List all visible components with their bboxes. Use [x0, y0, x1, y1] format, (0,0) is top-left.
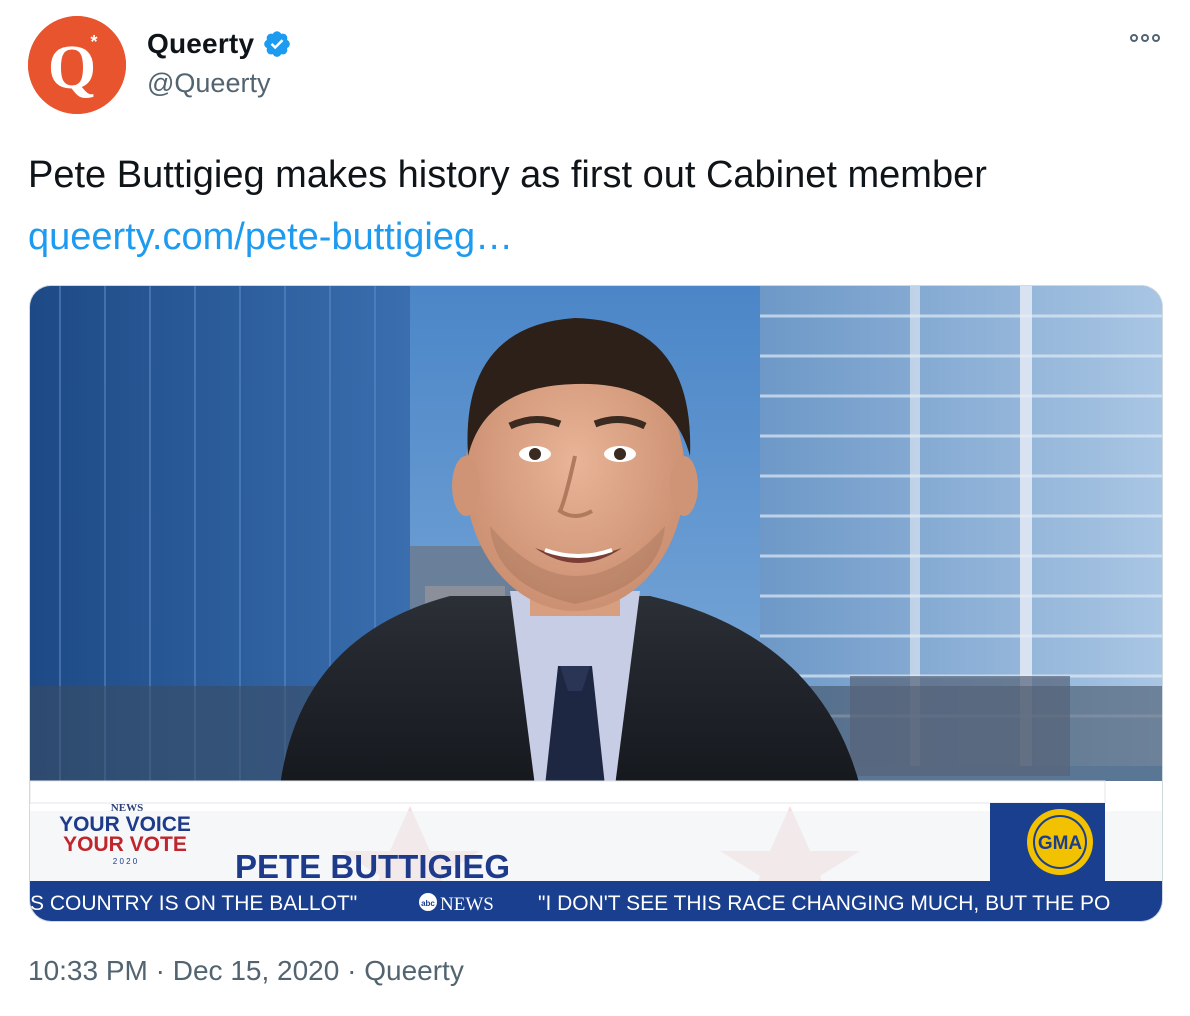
gma-badge: GMA	[1027, 809, 1093, 875]
svg-text:YOUR VOTE: YOUR VOTE	[63, 833, 187, 856]
news-broadcast-image: NEWS YOUR VOICE YOUR VOTE 2 0 2 0 PETE B…	[30, 286, 1162, 921]
ticker-right-text: "I DON'T SEE THIS RACE CHANGING MUCH, BU…	[538, 892, 1110, 915]
author-display-name[interactable]: Queerty	[147, 28, 254, 60]
verified-badge-icon	[264, 31, 291, 57]
tweet-source[interactable]: Queerty	[364, 955, 464, 986]
svg-text:2 0 2 0: 2 0 2 0	[113, 857, 138, 866]
tweet-media-image[interactable]: NEWS YOUR VOICE YOUR VOTE 2 0 2 0 PETE B…	[29, 285, 1163, 922]
svg-text:Q: Q	[48, 34, 96, 102]
author-handle[interactable]: @Queerty	[147, 68, 270, 99]
queerty-logo-icon: Q *	[28, 16, 126, 114]
tweet-footer: 10:33 PM · Dec 15, 2020 · Queerty	[28, 955, 464, 987]
svg-text:GMA: GMA	[1038, 833, 1083, 854]
tweet-date[interactable]: Dec 15, 2020	[173, 955, 340, 986]
svg-text:*: *	[90, 32, 97, 52]
svg-text:NEWS: NEWS	[440, 894, 494, 915]
ticker-left-text: S COUNTRY IS ON THE BALLOT"	[30, 892, 357, 915]
separator: ·	[155, 955, 165, 986]
lower-third-name: PETE BUTTIGIEG	[235, 848, 510, 885]
author-avatar[interactable]: Q *	[28, 16, 126, 114]
tweet-link[interactable]: queerty.com/pete-buttigieg…	[28, 212, 513, 262]
tweet-time[interactable]: 10:33 PM	[28, 955, 148, 986]
separator: ·	[347, 955, 357, 986]
more-options-icon[interactable]	[1130, 34, 1160, 42]
svg-text:abc: abc	[421, 899, 435, 908]
tweet-text: Pete Buttigieg makes history as first ou…	[28, 154, 987, 196]
